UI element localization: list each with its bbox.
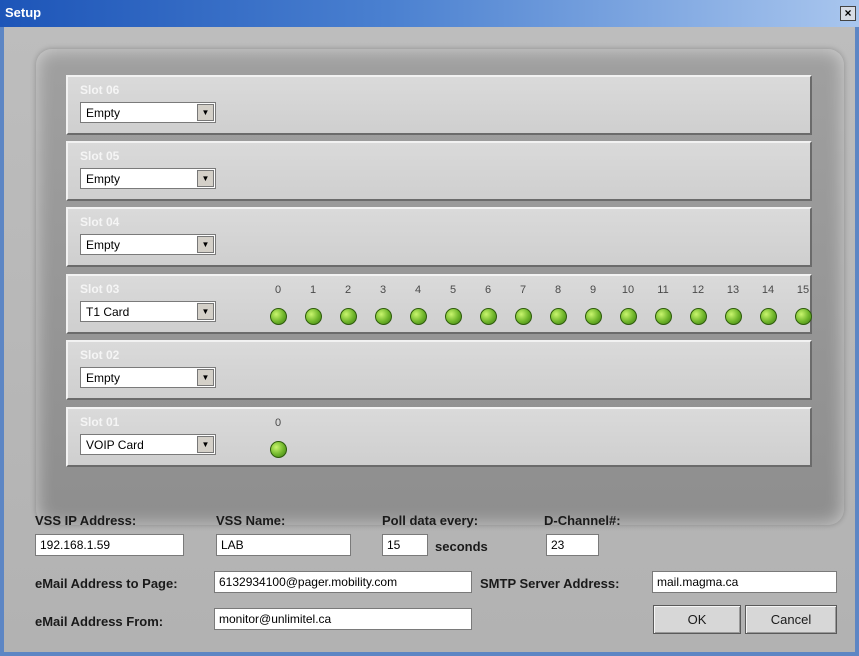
channel-status-led-icon <box>410 308 427 325</box>
slot-row: Slot 06 Empty ▼ <box>66 75 812 135</box>
channel-status-led-icon <box>690 308 707 325</box>
channel-status-led-icon <box>480 308 497 325</box>
smtp-input[interactable]: mail.magma.ca <box>652 571 837 593</box>
channel-status-led-icon <box>340 308 357 325</box>
email-from-label: eMail Address From: <box>35 614 164 629</box>
slot-name: Slot 03 <box>80 282 120 296</box>
channel-status-led-icon <box>585 308 602 325</box>
email-page-label: eMail Address to Page: <box>35 576 178 591</box>
card-type-select[interactable]: VOIP Card ▼ <box>80 434 216 455</box>
channel-number: 13 <box>726 284 740 296</box>
slot-row: Slot 01 VOIP Card ▼ 0 <box>66 407 812 467</box>
channel-status-led-icon <box>375 308 392 325</box>
slot-row: Slot 03 T1 Card ▼ 0 1 2 3 4 5 6 7 8 9 10 11 12 13 14 15 <box>66 274 812 334</box>
card-type-select[interactable]: Empty ▼ <box>80 168 216 189</box>
channel-status-led-icon <box>620 308 637 325</box>
channel-number: 10 <box>621 284 635 296</box>
channel-number: 11 <box>657 284 669 296</box>
dropdown-arrow-icon[interactable]: ▼ <box>197 436 214 453</box>
card-type-value: Empty <box>86 172 121 186</box>
smtp-label: SMTP Server Address: <box>480 576 620 591</box>
channel-status-led-icon <box>270 441 287 458</box>
channel-number: 15 <box>796 284 810 296</box>
dropdown-arrow-icon[interactable]: ▼ <box>197 170 214 187</box>
channel-number: 6 <box>484 284 492 296</box>
channel-number: 0 <box>274 284 282 296</box>
dchannel-input[interactable]: 23 <box>546 534 599 556</box>
slot-name: Slot 06 <box>80 83 120 97</box>
vss-ip-input[interactable]: 192.168.1.59 <box>35 534 184 556</box>
slot-rack: Slot 06 Empty ▼ Slot 05 Empty ▼ Slot 04 Empty ▼ S… <box>36 49 844 525</box>
title-bar: Setup × <box>0 0 859 27</box>
slot-row: Slot 04 Empty ▼ <box>66 207 812 267</box>
card-type-value: VOIP Card <box>86 438 144 452</box>
poll-unit-label: seconds <box>435 539 488 554</box>
card-type-value: Empty <box>86 238 121 252</box>
email-page-input[interactable]: 6132934100@pager.mobility.com <box>214 571 472 593</box>
cancel-button[interactable]: Cancel <box>745 605 837 634</box>
slot-name: Slot 05 <box>80 149 120 163</box>
card-type-select[interactable]: Empty ▼ <box>80 102 216 123</box>
channel-status-led-icon <box>550 308 567 325</box>
dropdown-arrow-icon[interactable]: ▼ <box>197 369 214 386</box>
dropdown-arrow-icon[interactable]: ▼ <box>197 303 214 320</box>
channel-status-led-icon <box>515 308 532 325</box>
channel-number: 8 <box>554 284 562 296</box>
slot-name: Slot 02 <box>80 348 120 362</box>
channel-number: 14 <box>761 284 775 296</box>
dropdown-arrow-icon[interactable]: ▼ <box>197 104 214 121</box>
channel-number: 0 <box>274 417 282 429</box>
card-type-value: Empty <box>86 106 121 120</box>
channel-number: 9 <box>589 284 597 296</box>
channel-status-led-icon <box>760 308 777 325</box>
channel-status-led-icon <box>795 308 812 325</box>
vss-name-input[interactable]: LAB <box>216 534 351 556</box>
dchannel-label: D-Channel#: <box>544 513 621 528</box>
channel-status-led-icon <box>305 308 322 325</box>
poll-label: Poll data every: <box>382 513 479 528</box>
card-type-select[interactable]: T1 Card ▼ <box>80 301 216 322</box>
dropdown-arrow-icon[interactable]: ▼ <box>197 236 214 253</box>
card-type-value: T1 Card <box>86 305 130 319</box>
slot-row: Slot 02 Empty ▼ <box>66 340 812 400</box>
channel-status-led-icon <box>655 308 672 325</box>
channel-number: 12 <box>691 284 705 296</box>
window-title: Setup <box>5 5 42 20</box>
card-type-select[interactable]: Empty ▼ <box>80 234 216 255</box>
slot-name: Slot 01 <box>80 415 120 429</box>
ok-button[interactable]: OK <box>653 605 741 634</box>
dialog-body: Slot 06 Empty ▼ Slot 05 Empty ▼ Slot 04 Empty ▼ S… <box>4 27 855 652</box>
channel-status-led-icon <box>270 308 287 325</box>
channel-status-led-icon <box>445 308 462 325</box>
slot-name: Slot 04 <box>80 215 120 229</box>
channel-number: 2 <box>344 284 352 296</box>
card-type-select[interactable]: Empty ▼ <box>80 367 216 388</box>
channel-number: 5 <box>449 284 457 296</box>
close-button[interactable]: × <box>840 6 856 21</box>
email-from-input[interactable]: monitor@unlimitel.ca <box>214 608 472 630</box>
slot-row: Slot 05 Empty ▼ <box>66 141 812 201</box>
channel-number: 3 <box>379 284 387 296</box>
channel-status-led-icon <box>725 308 742 325</box>
poll-interval-input[interactable]: 15 <box>382 534 428 556</box>
channel-number: 7 <box>519 284 527 296</box>
card-type-value: Empty <box>86 371 121 385</box>
vss-ip-label: VSS IP Address: <box>35 513 137 528</box>
channel-number: 4 <box>414 284 422 296</box>
vss-name-label: VSS Name: <box>216 513 286 528</box>
channel-number: 1 <box>309 284 317 296</box>
